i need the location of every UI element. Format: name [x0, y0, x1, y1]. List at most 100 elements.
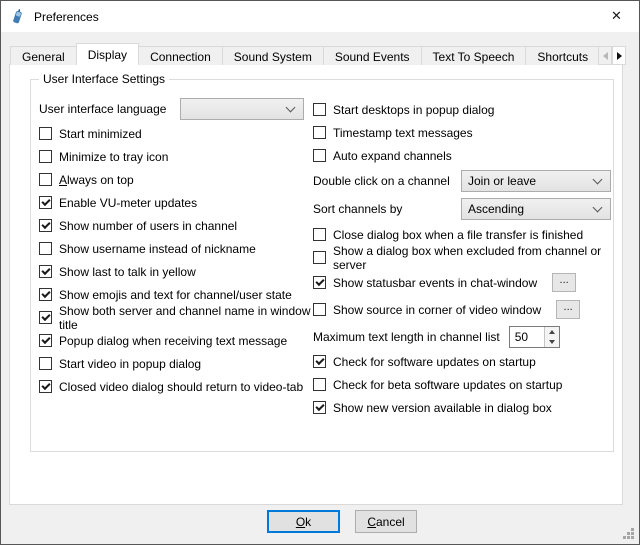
titlebar: Preferences ✕ [1, 1, 639, 32]
checkbox-label: Auto expand channels [333, 149, 452, 163]
tab-scroll-right-button[interactable] [612, 46, 626, 65]
checkbox[interactable] [39, 173, 52, 186]
checkbox-row[interactable]: Popup dialog when receiving text message [39, 329, 313, 352]
max-text-length-row: Maximum text length in channel list 50 [313, 323, 611, 350]
checkbox[interactable] [39, 127, 52, 140]
checkbox-label: Show emojis and text for channel/user st… [59, 288, 292, 302]
ok-button[interactable]: Ok [267, 510, 340, 533]
checkbox[interactable] [313, 276, 326, 289]
checkbox[interactable] [39, 311, 52, 324]
arrow-right-icon [617, 52, 622, 60]
checkbox-row[interactable]: Enable VU-meter updates [39, 191, 313, 214]
display-tab-page: User Interface Settings User interface l… [9, 64, 623, 505]
chevron-down-icon [593, 175, 603, 185]
checkbox[interactable] [39, 380, 52, 393]
checkbox-row[interactable]: Minimize to tray icon [39, 145, 313, 168]
tab-sound-events[interactable]: Sound Events [323, 46, 422, 65]
checkbox[interactable] [313, 149, 326, 162]
checkbox[interactable] [39, 357, 52, 370]
max-text-length-spinner[interactable]: 50 [509, 326, 560, 348]
checkbox-label: Show last to talk in yellow [59, 265, 196, 279]
ui-language-combobox[interactable] [180, 98, 304, 120]
checkbox[interactable] [39, 265, 52, 278]
checkbox-label: Minimize to tray icon [59, 150, 168, 164]
checkbox-row[interactable]: Show a dialog box when excluded from cha… [313, 246, 611, 269]
spin-down-icon[interactable] [545, 337, 559, 347]
checkbox-row[interactable]: Show username instead of nickname [39, 237, 313, 260]
checkbox-row[interactable]: Show both server and channel name in win… [39, 306, 313, 329]
checkbox-label: Closed video dialog should return to vid… [59, 380, 303, 394]
checkbox-row[interactable]: Start desktops in popup dialog [313, 98, 611, 121]
tab-shortcuts[interactable]: Shortcuts [525, 46, 598, 65]
checkbox[interactable] [39, 219, 52, 232]
checkbox-label: Enable VU-meter updates [59, 196, 197, 210]
checkbox-row[interactable]: Start minimized [39, 122, 313, 145]
checkbox[interactable] [313, 355, 326, 368]
tab-scroll-left-button [598, 46, 612, 65]
window-title: Preferences [34, 10, 99, 24]
checkbox[interactable] [39, 334, 52, 347]
chevron-down-icon [286, 103, 296, 113]
right-column: Start desktops in popup dialog Timestamp… [313, 96, 611, 419]
checkbox-row[interactable]: Show number of users in channel [39, 214, 313, 237]
double-click-row: Double click on a channel Join or leave [313, 167, 611, 195]
tab-display[interactable]: Display [76, 43, 139, 65]
checkbox[interactable] [39, 196, 52, 209]
tab-general[interactable]: General [10, 46, 77, 65]
double-click-value: Join or leave [468, 174, 536, 188]
left-column: User interface language Start minimized … [39, 96, 313, 419]
ui-language-label: User interface language [39, 102, 166, 116]
close-icon[interactable]: ✕ [594, 1, 639, 32]
checkbox-row[interactable]: Check for beta software updates on start… [313, 373, 611, 396]
checkbox-label: Show new version available in dialog box [333, 401, 552, 415]
spin-up-icon[interactable] [545, 327, 559, 337]
checkbox[interactable] [313, 228, 326, 241]
group-title: User Interface Settings [39, 72, 169, 86]
checkbox-label: Show number of users in channel [59, 219, 237, 233]
tab-text-to-speech[interactable]: Text To Speech [421, 46, 527, 65]
checkbox-row[interactable]: Closed video dialog should return to vid… [39, 375, 313, 398]
checkbox[interactable] [39, 242, 52, 255]
double-click-combobox[interactable]: Join or leave [461, 170, 611, 192]
checkbox-row[interactable]: Always on top [39, 168, 313, 191]
max-text-length-label: Maximum text length in channel list [313, 330, 500, 344]
checkbox-row[interactable]: Show source in corner of video window ..… [313, 296, 611, 323]
checkbox[interactable] [39, 288, 52, 301]
checkbox-label: Check for beta software updates on start… [333, 378, 562, 392]
checkbox-row[interactable]: Timestamp text messages [313, 121, 611, 144]
checkbox-label: Popup dialog when receiving text message [59, 334, 287, 348]
checkbox[interactable] [313, 126, 326, 139]
checkbox[interactable] [313, 103, 326, 116]
checkbox-label: Check for software updates on startup [333, 355, 536, 369]
checkbox-row[interactable]: Check for software updates on startup [313, 350, 611, 373]
checkbox[interactable] [313, 251, 326, 264]
chevron-down-icon [593, 203, 603, 213]
tab-sound-system[interactable]: Sound System [222, 46, 324, 65]
checkbox-row[interactable]: Show new version available in dialog box [313, 396, 611, 419]
checkbox-label: Always on top [59, 173, 134, 187]
app-icon [9, 8, 26, 25]
checkbox-row[interactable]: Show last to talk in yellow [39, 260, 313, 283]
checkbox[interactable] [39, 150, 52, 163]
checkbox-label: Start minimized [59, 127, 142, 141]
ellipsis-button[interactable]: ... [552, 273, 576, 292]
checkbox-label: Show source in corner of video window [333, 303, 541, 317]
spinner-arrows [544, 327, 559, 347]
sort-channels-combobox[interactable]: Ascending [461, 198, 611, 220]
tab-connection[interactable]: Connection [138, 46, 223, 65]
checkbox-label: Show statusbar events in chat-window [333, 276, 537, 290]
cancel-button[interactable]: Cancel [355, 510, 417, 533]
checkbox-row[interactable]: Start video in popup dialog [39, 352, 313, 375]
sort-channels-row: Sort channels by Ascending [313, 195, 611, 223]
checkbox[interactable] [313, 378, 326, 391]
checkbox[interactable] [313, 303, 326, 316]
checkbox-row[interactable]: Show statusbar events in chat-window ... [313, 269, 611, 296]
checkbox-row[interactable]: Auto expand channels [313, 144, 611, 167]
checkbox-label: Start video in popup dialog [59, 357, 201, 371]
checkbox-label: Show a dialog box when excluded from cha… [333, 244, 611, 272]
spinner-value: 50 [510, 327, 544, 347]
checkbox-label: Timestamp text messages [333, 126, 473, 140]
ellipsis-button[interactable]: ... [556, 300, 580, 319]
checkbox[interactable] [313, 401, 326, 414]
user-interface-settings-group: User Interface Settings User interface l… [30, 79, 614, 452]
